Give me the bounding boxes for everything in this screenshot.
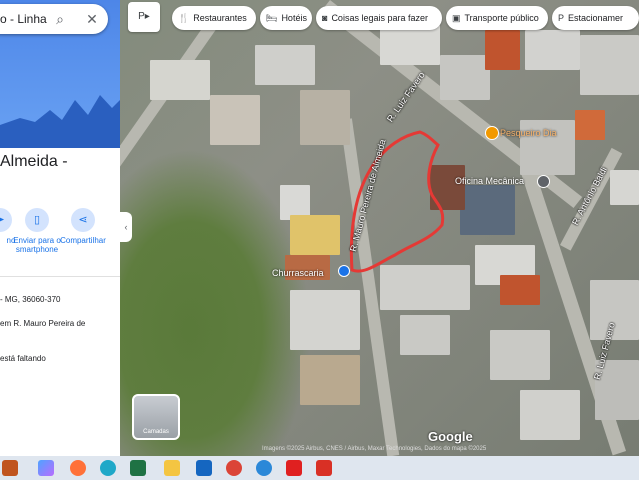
- map-attribution: Imagens ©2025 Airbus, CNES / Airbus, Max…: [262, 446, 487, 452]
- chip-label: Restaurantes: [193, 13, 247, 23]
- chip-estacionamento[interactable]: P Estacionamer: [552, 6, 639, 30]
- chip-label: Hotéis: [281, 13, 307, 23]
- phone-icon: ▯: [25, 208, 49, 232]
- shop-pin-icon[interactable]: [537, 175, 550, 188]
- onedrive-icon[interactable]: [256, 460, 272, 476]
- chrome-icon[interactable]: [226, 460, 242, 476]
- search-icon[interactable]: ⌕: [53, 12, 67, 26]
- address-line[interactable]: - MG, 36060-370: [0, 295, 60, 304]
- divider: [0, 276, 120, 277]
- poi-oficina-label[interactable]: Oficina Mecânica: [455, 176, 524, 186]
- taskbar: [0, 456, 639, 480]
- file-explorer-icon[interactable]: [164, 460, 180, 476]
- bed-icon: 🛏: [266, 13, 278, 23]
- close-icon[interactable]: ✕: [85, 12, 99, 26]
- place-panel: o - Linha ⌕ ✕ Almeida - ➤ no ▯ Enviar pa…: [0, 0, 120, 456]
- chip-label: Coisas legais para fazer: [331, 13, 428, 23]
- search-box[interactable]: o - Linha ⌕ ✕: [0, 4, 108, 34]
- google-logo: Google: [428, 429, 473, 444]
- firefox-icon[interactable]: [70, 460, 86, 476]
- fork-knife-icon: 🍴: [178, 13, 190, 23]
- layers-label: Camadas: [143, 429, 169, 435]
- action-label: Compartilhar: [60, 236, 106, 245]
- plus-code-line[interactable]: em R. Mauro Pereira de: [0, 319, 85, 328]
- poi-churrascaria-label[interactable]: Churrascaria: [272, 268, 324, 278]
- excel-icon[interactable]: [130, 460, 146, 476]
- pdf-icon[interactable]: [316, 460, 332, 476]
- chip-restaurantes[interactable]: 🍴 Restaurantes: [172, 6, 256, 30]
- camera-icon: ◙: [322, 13, 328, 23]
- weather-icon[interactable]: [2, 460, 18, 476]
- restaurant-pin-icon[interactable]: [485, 126, 499, 140]
- action-share[interactable]: ⋖ Compartilhar: [52, 208, 114, 245]
- collapse-panel-button[interactable]: ‹: [120, 212, 132, 242]
- chip-hoteis[interactable]: 🛏 Hotéis: [260, 6, 312, 30]
- chip-transporte[interactable]: ▣ Transporte público: [446, 6, 548, 30]
- layers-button[interactable]: Camadas: [132, 394, 180, 440]
- search-input[interactable]: o - Linha: [0, 12, 47, 26]
- parking-icon: P: [558, 13, 565, 23]
- edge-icon[interactable]: [100, 460, 116, 476]
- outlook-icon[interactable]: [196, 460, 212, 476]
- missing-info-line[interactable]: está faltando: [0, 354, 46, 363]
- chip-label: Estacionamer: [568, 13, 624, 23]
- place-title: Almeida -: [0, 153, 68, 170]
- transit-pin-icon[interactable]: [338, 265, 350, 277]
- chip-coisas-legais[interactable]: ◙ Coisas legais para fazer: [316, 6, 442, 30]
- copilot-icon[interactable]: [38, 460, 54, 476]
- acrobat-icon[interactable]: [286, 460, 302, 476]
- bus-icon: ▣: [452, 13, 461, 23]
- chip-label: Transporte público: [464, 13, 539, 23]
- poi-restaurant-label[interactable]: Pesqueiro Dia: [500, 128, 557, 138]
- street-view-button[interactable]: P▸: [128, 2, 160, 32]
- share-icon: ⋖: [71, 208, 95, 232]
